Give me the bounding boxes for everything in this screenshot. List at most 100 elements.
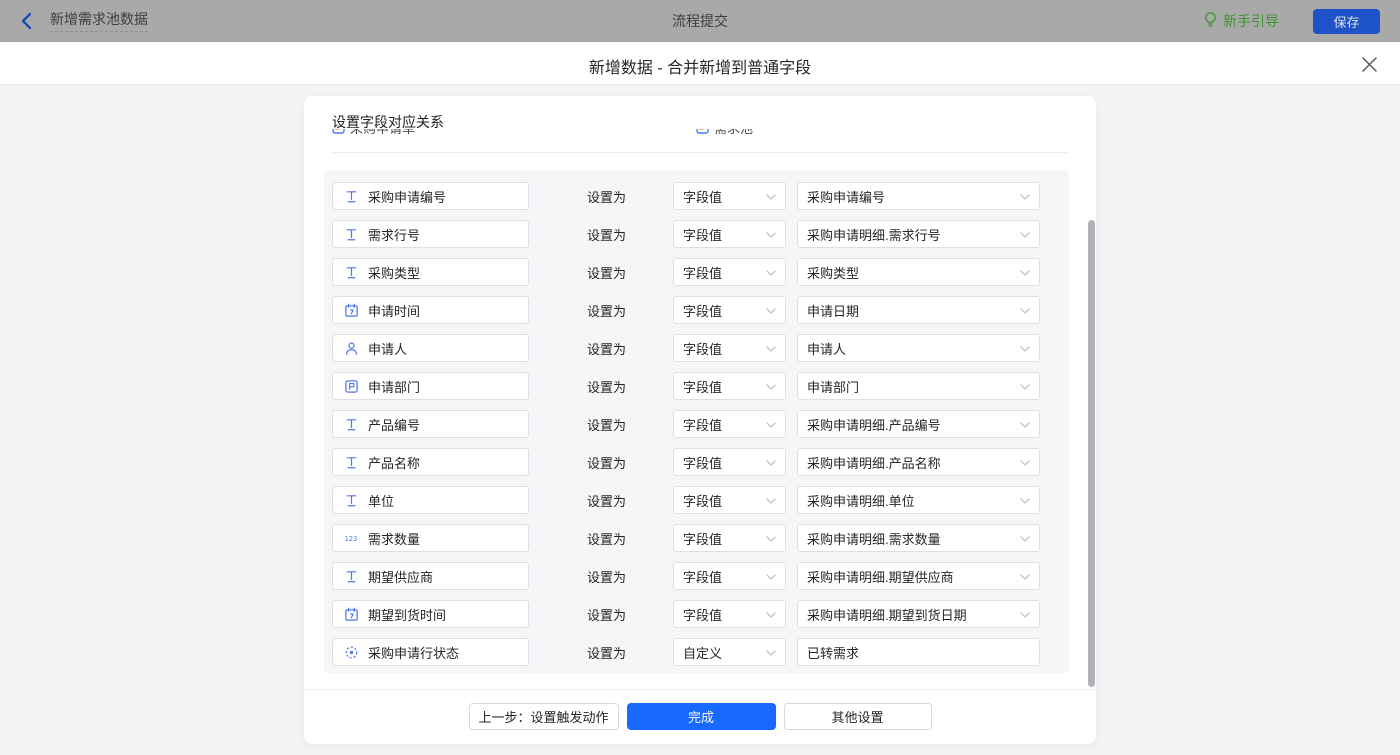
mode-select[interactable]: 字段值 (673, 600, 786, 628)
source-field-box[interactable]: 产品编号 (332, 410, 529, 438)
source-field-label: 需求行号 (368, 225, 420, 244)
mapping-row: 期望到货时间 设置为 字段值 采购申请明细.期望到货日期 (332, 600, 1061, 628)
beginner-guide-link[interactable]: 新手引导 (1203, 11, 1279, 31)
header-divider (332, 152, 1068, 153)
source-field-box[interactable]: 采购类型 (332, 258, 529, 286)
target-field-select[interactable]: 采购申请明细.产品名称 (797, 448, 1040, 476)
text-field-icon (343, 416, 359, 432)
source-field-box[interactable]: 123 需求数量 (332, 524, 529, 552)
save-button[interactable]: 保存 (1313, 9, 1380, 34)
text-field-icon (343, 492, 359, 508)
date-field-icon (343, 606, 359, 622)
target-field-select[interactable]: 采购申请编号 (797, 182, 1040, 210)
set-as-label: 设置为 (587, 377, 627, 396)
mode-select[interactable]: 字段值 (673, 296, 786, 324)
mode-select[interactable]: 字段值 (673, 220, 786, 248)
target-value-input[interactable]: 已转需求 (797, 638, 1040, 666)
target-field-select[interactable]: 采购类型 (797, 258, 1040, 286)
footer-actions: 上一步：设置触发动作 完成 其他设置 (304, 703, 1096, 730)
text-field-icon (343, 454, 359, 470)
flow-name-title[interactable]: 新增需求池数据 (50, 10, 148, 32)
source-field-box[interactable]: 采购申请编号 (332, 182, 529, 210)
mode-select[interactable]: 字段值 (673, 524, 786, 552)
chevron-down-icon (1020, 263, 1030, 281)
footer-divider (304, 689, 1096, 690)
set-as-label: 设置为 (587, 491, 627, 510)
mode-select[interactable]: 字段值 (673, 182, 786, 210)
other-settings-button[interactable]: 其他设置 (784, 703, 932, 730)
mapping-rows-panel: 采购申请编号 设置为 字段值 采购申请编号 需求行号 设置为 (324, 170, 1069, 673)
scrollbar-thumb[interactable] (1088, 220, 1095, 687)
source-field-box[interactable]: 需求行号 (332, 220, 529, 248)
target-field-select[interactable]: 申请人 (797, 334, 1040, 362)
chevron-down-icon (766, 377, 776, 395)
target-field-select[interactable]: 采购申请明细.期望供应商 (797, 562, 1040, 590)
chevron-down-icon (1020, 605, 1030, 623)
target-field-select[interactable]: 申请部门 (797, 372, 1040, 400)
chevron-down-icon (1020, 491, 1030, 509)
source-field-label: 申请时间 (368, 301, 420, 320)
svg-text:123: 123 (345, 535, 358, 543)
source-field-box[interactable]: 期望到货时间 (332, 600, 529, 628)
set-as-label: 设置为 (587, 643, 627, 662)
number-field-icon: 123 (343, 530, 359, 546)
set-as-label: 设置为 (587, 263, 627, 282)
set-as-label: 设置为 (587, 453, 627, 472)
target-field-select[interactable]: 申请日期 (797, 296, 1040, 324)
source-field-box[interactable]: 单位 (332, 486, 529, 514)
mapping-row: 申请时间 设置为 字段值 申请日期 (332, 296, 1061, 324)
chevron-down-icon (1020, 415, 1030, 433)
mode-select[interactable]: 字段值 (673, 486, 786, 514)
done-button[interactable]: 完成 (627, 703, 776, 730)
target-field-select[interactable]: 采购申请明细.需求行号 (797, 220, 1040, 248)
mapping-row: 采购类型 设置为 字段值 采购类型 (332, 258, 1061, 286)
source-field-label: 采购申请行状态 (368, 643, 459, 662)
source-field-box[interactable]: 期望供应商 (332, 562, 529, 590)
target-field-select[interactable]: 采购申请明细.期望到货日期 (797, 600, 1040, 628)
mapping-row: 期望供应商 设置为 字段值 采购申请明细.期望供应商 (332, 562, 1061, 590)
source-field-box[interactable]: 产品名称 (332, 448, 529, 476)
source-field-label: 产品名称 (368, 453, 420, 472)
source-field-label: 需求数量 (368, 529, 420, 548)
chevron-down-icon (1020, 377, 1030, 395)
mode-select[interactable]: 字段值 (673, 258, 786, 286)
source-field-box[interactable]: 申请人 (332, 334, 529, 362)
mode-select[interactable]: 自定义 (673, 638, 786, 666)
source-field-box[interactable]: 采购申请行状态 (332, 638, 529, 666)
close-icon[interactable] (1360, 55, 1378, 73)
target-field-select[interactable]: 采购申请明细.需求数量 (797, 524, 1040, 552)
set-as-label: 设置为 (587, 529, 627, 548)
target-field-select[interactable]: 采购申请明细.单位 (797, 486, 1040, 514)
process-submit-label: 流程提交 (0, 11, 1400, 31)
mode-select[interactable]: 字段值 (673, 334, 786, 362)
set-as-label: 设置为 (587, 415, 627, 434)
source-field-box[interactable]: 申请时间 (332, 296, 529, 324)
source-field-label: 期望供应商 (368, 567, 433, 586)
set-as-label: 设置为 (587, 339, 627, 358)
modal-titlebar: 新增数据 - 合并新增到普通字段 (0, 42, 1400, 85)
date-field-icon (343, 302, 359, 318)
user-field-icon (343, 340, 359, 356)
chevron-down-icon (766, 225, 776, 243)
mode-select[interactable]: 字段值 (673, 448, 786, 476)
chevron-down-icon (766, 453, 776, 471)
source-field-box[interactable]: 申请部门 (332, 372, 529, 400)
previous-step-button[interactable]: 上一步：设置触发动作 (469, 703, 619, 730)
app-topbar: 新增需求池数据 流程提交 新手引导 保存 (0, 0, 1400, 42)
chevron-down-icon (766, 339, 776, 357)
form-icon (696, 129, 709, 134)
mapping-row: 申请人 设置为 字段值 申请人 (332, 334, 1061, 362)
mode-select[interactable]: 字段值 (673, 562, 786, 590)
set-as-label: 设置为 (587, 225, 627, 244)
mapping-row: 产品名称 设置为 字段值 采购申请明细.产品名称 (332, 448, 1061, 476)
lightbulb-icon (1203, 11, 1218, 31)
chevron-down-icon (766, 301, 776, 319)
modal-title: 新增数据 - 合并新增到普通字段 (0, 54, 1400, 78)
back-icon[interactable] (20, 12, 34, 30)
mode-select[interactable]: 字段值 (673, 372, 786, 400)
beginner-guide-label: 新手引导 (1223, 11, 1279, 31)
target-field-select[interactable]: 采购申请明细.产品编号 (797, 410, 1040, 438)
mode-select[interactable]: 字段值 (673, 410, 786, 438)
chevron-down-icon (1020, 187, 1030, 205)
dept-field-icon (343, 378, 359, 394)
